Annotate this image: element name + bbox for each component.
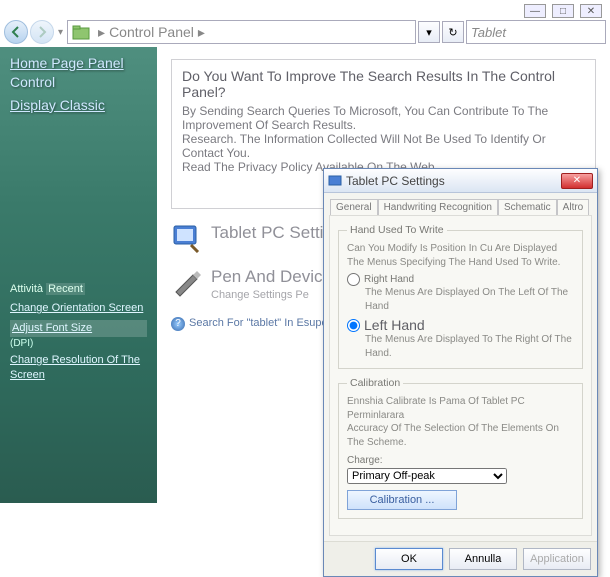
address-dropdown[interactable]: ▾ — [418, 21, 440, 43]
apply-button[interactable]: Application — [523, 548, 591, 570]
charge-label: Charge: — [347, 455, 574, 466]
forward-button[interactable] — [30, 20, 54, 44]
banner-text: By Sending Search Queries To Microsoft, … — [182, 104, 585, 132]
banner-text: Research. The Information Collected Will… — [182, 132, 585, 160]
left-hand-note: The Menus Are Displayed To The Right Of … — [365, 333, 574, 360]
right-hand-label[interactable]: Right Hand — [364, 274, 414, 285]
window-minimize[interactable]: — — [524, 4, 546, 18]
nav-dropdown-icon[interactable]: ▾ — [58, 27, 63, 38]
right-hand-radio[interactable] — [347, 273, 360, 286]
calibration-text: Ennshia Calibrate Is Pama Of Tablet PC P… — [347, 395, 574, 422]
dialog-tabs: GeneralHandwriting RecognitionSchematicA… — [324, 193, 597, 215]
sidebar-link-font-size-sub: (DPI) — [10, 338, 147, 349]
banner-heading: Do You Want To Improve The Search Result… — [182, 68, 585, 100]
navigation-bar: ▾ ▸ Control Panel ▸ ▾ ↻ — [4, 18, 606, 46]
hand-legend: Hand Used To Write — [347, 224, 447, 236]
breadcrumb-sep: ▸ — [194, 24, 209, 41]
breadcrumb-sep: ▸ — [94, 24, 109, 41]
result-subtitle: Change Settings Pe — [211, 289, 340, 301]
hand-intro: The Menus Specifying The Hand Used To Wr… — [347, 256, 574, 270]
dialog-footer: OK Annulla Application — [324, 541, 597, 576]
tab-general[interactable]: General — [330, 199, 378, 215]
hand-fieldset: Hand Used To Write Can You Modify Is Pos… — [338, 224, 583, 369]
search-input[interactable] — [466, 20, 606, 44]
dialog-title-text: Tablet PC Settings — [346, 174, 445, 188]
window-maximize[interactable]: □ — [552, 4, 574, 18]
refresh-button[interactable]: ↻ — [442, 21, 464, 43]
right-hand-note: The Menus Are Displayed On The Left Of T… — [365, 286, 574, 313]
dialog-titlebar[interactable]: Tablet PC Settings ✕ — [324, 169, 597, 193]
calibration-button[interactable]: Calibration ... — [347, 490, 457, 510]
tab-handwriting[interactable]: Handwriting Recognition — [378, 199, 498, 215]
tab-schematic[interactable]: Schematic — [498, 199, 557, 215]
sidebar-link-orientation[interactable]: Change Orientation Screen — [10, 301, 147, 316]
calibration-fieldset: Calibration Ennshia Calibrate Is Pama Of… — [338, 377, 583, 519]
dialog-close-button[interactable]: ✕ — [561, 173, 593, 189]
sidebar-link-resolution[interactable]: Change Resolution Of The Screen — [10, 353, 147, 383]
arrow-left-icon — [10, 26, 22, 38]
sidebar-classic-link[interactable]: Display Classic — [10, 97, 147, 114]
sidebar-link-font-size[interactable]: Adjust Font Size — [10, 320, 147, 337]
help-icon: ? — [171, 317, 185, 331]
arrow-right-icon — [36, 26, 48, 38]
tab-other[interactable]: Altro — [557, 199, 590, 215]
window-close[interactable]: ✕ — [580, 4, 602, 18]
back-button[interactable] — [4, 20, 28, 44]
tablet-settings-icon — [171, 223, 201, 253]
ok-button[interactable]: OK — [375, 548, 443, 570]
address-bar[interactable]: ▸ Control Panel ▸ — [67, 20, 416, 44]
left-hand-radio[interactable] — [347, 319, 360, 332]
pen-icon — [171, 267, 201, 297]
result-title: Pen And Devices — [211, 267, 340, 287]
folder-icon — [72, 24, 90, 40]
sidebar: Home Page Panel Control Display Classic … — [0, 47, 157, 503]
calibration-text: Accuracy Of The Selection Of The Element… — [347, 422, 574, 449]
tablet-icon — [328, 174, 342, 188]
left-hand-label[interactable]: Left Hand — [364, 317, 425, 333]
sidebar-home-link[interactable]: Home Page Panel — [10, 55, 147, 72]
hand-intro: Can You Modify Is Position In Cu Are Dis… — [347, 242, 574, 256]
calibration-legend: Calibration — [347, 377, 403, 389]
cancel-button[interactable]: Annulla — [449, 548, 517, 570]
tablet-pc-settings-dialog: Tablet PC Settings ✕ GeneralHandwriting … — [323, 168, 598, 577]
charge-select[interactable]: Primary Off-peak — [347, 468, 507, 484]
sidebar-activity-label: Attività Recent — [10, 283, 147, 295]
breadcrumb-location[interactable]: Control Panel — [109, 24, 194, 40]
sidebar-home-sub: Control — [10, 74, 147, 91]
